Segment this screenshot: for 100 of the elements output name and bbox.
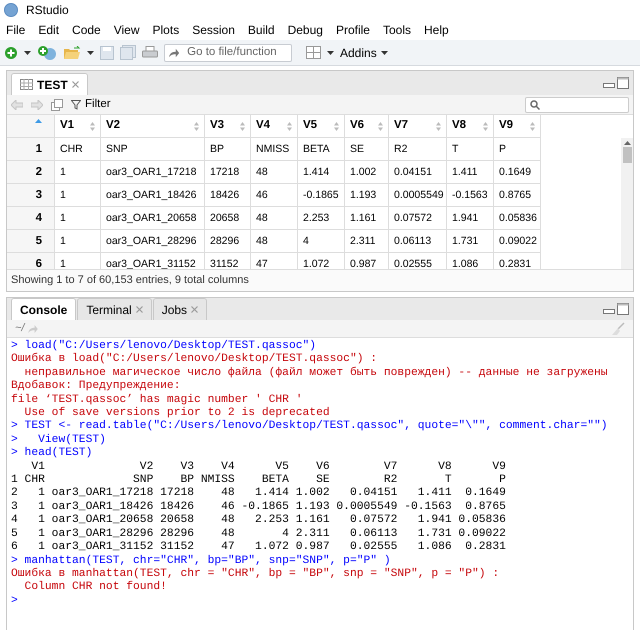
filter-icon (71, 100, 81, 110)
column-header[interactable]: V8 (447, 115, 494, 138)
menu-item[interactable]: Profile (336, 21, 370, 39)
column-header[interactable]: V9 (494, 115, 541, 138)
console-line: > load("C:/Users/lenovo/Desktop/TEST.qassoc") (11, 340, 316, 352)
table-cell: P (494, 138, 541, 161)
table-cell: 20658 (205, 207, 251, 230)
console-line: Column CHR not found! (24, 581, 167, 595)
table-cell: 1.731 (447, 230, 494, 253)
row-number: 2 (7, 161, 55, 184)
row-number: 5 (7, 230, 55, 253)
table-cell: oar3_OAR1_28296 (101, 230, 205, 253)
menu-item[interactable]: File (6, 21, 26, 39)
table-cell: 1.002 (345, 161, 389, 184)
table-cell: 1.414 (298, 161, 345, 184)
sort-icon (483, 122, 488, 130)
sort-icon (90, 122, 95, 130)
sort-icon (334, 122, 339, 130)
console-line: 5 1 oar3_OAR1_28296 28296 48 4 2.311 0.06113 1.731 0.09022 (11, 528, 506, 542)
tab[interactable]: Terminal (77, 298, 152, 320)
maximize-icon[interactable] (617, 303, 629, 315)
tab[interactable]: Console (11, 298, 76, 320)
table-cell: 17218 (205, 161, 251, 184)
menu-item[interactable]: View (114, 21, 140, 39)
table-cell: 1.161 (345, 207, 389, 230)
menu-item[interactable]: Session (192, 21, 235, 39)
grid-icon (20, 79, 33, 90)
menu-item[interactable]: Plots (152, 21, 180, 39)
broom-icon[interactable] (611, 322, 625, 336)
table-cell: BETA (298, 138, 345, 161)
column-header[interactable]: V4 (251, 115, 298, 138)
menu-item[interactable]: Debug (288, 21, 323, 39)
column-header[interactable]: V7 (389, 115, 447, 138)
sort-icon (287, 122, 292, 130)
column-header[interactable]: V6 (345, 115, 389, 138)
table-cell: 4 (298, 230, 345, 253)
table-cell: SNP (101, 138, 205, 161)
sort-icon (240, 122, 245, 130)
layout-icon[interactable] (306, 46, 321, 59)
console-line: неправильное магическое число файла (файл может быть поврежден) -- данные не загружены (24, 366, 608, 380)
table-cell: 1.193 (345, 184, 389, 207)
close-icon[interactable] (136, 306, 143, 313)
sort-up-icon (35, 119, 42, 123)
scroll-up-icon[interactable] (624, 141, 630, 145)
add-icon[interactable] (4, 46, 18, 60)
back-icon[interactable] (11, 100, 23, 110)
table-cell: 18426 (205, 184, 251, 207)
table-cell: 0.09022 (494, 230, 541, 253)
scroll-thumb[interactable] (622, 147, 632, 163)
table-cell: 2.311 (345, 230, 389, 253)
console-line: > head(TEST) (11, 447, 92, 461)
table-cell: oar3_OAR1_20658 (101, 207, 205, 230)
menu-item[interactable]: Help (424, 21, 449, 39)
forward-icon[interactable] (31, 100, 43, 110)
addins-button[interactable]: Addins (340, 44, 388, 62)
table-cell: 0.04151 (389, 161, 447, 184)
search-field[interactable] (525, 96, 629, 112)
table-cell: 1 (55, 207, 101, 230)
goto-field[interactable]: Go to file/function (164, 44, 292, 62)
tab[interactable]: TEST (11, 73, 88, 95)
caret-icon (24, 50, 31, 54)
console-line: 2 1 oar3_OAR1_17218 17218 48 1.414 1.002 0.04151 1.411 0.1649 (11, 487, 506, 501)
close-icon[interactable] (191, 306, 198, 313)
table-cell: 28296 (205, 230, 251, 253)
console-line: > View(TEST) (11, 434, 106, 446)
row-number: 3 (7, 184, 55, 207)
tab[interactable]: Jobs (152, 298, 208, 320)
table-cell: SE (345, 138, 389, 161)
maximize-icon[interactable] (617, 77, 629, 89)
new-project-icon[interactable] (37, 44, 57, 60)
table-cell: -0.1563 (447, 184, 494, 207)
row-number: 6 (7, 253, 55, 269)
folder-icon[interactable] (63, 46, 81, 60)
menu-item[interactable]: Code (72, 21, 101, 39)
menu-item[interactable]: Build (248, 21, 275, 39)
menu-item[interactable]: Edit (38, 21, 60, 39)
arrow-icon[interactable] (28, 324, 38, 332)
table-cell: 1.411 (447, 161, 494, 184)
filter-button[interactable]: Filter (71, 96, 111, 114)
save-all-icon[interactable] (120, 45, 136, 60)
console-line: 4 1 oar3_OAR1_20658 20658 48 2.253 1.161 0.07572 1.941 0.05836 (11, 514, 506, 528)
save-icon[interactable] (100, 46, 114, 60)
table-cell: 48 (251, 207, 298, 230)
column-header[interactable]: V2 (101, 115, 205, 138)
column-header[interactable]: V1 (55, 115, 101, 138)
column-header[interactable]: V5 (298, 115, 345, 138)
search-icon (530, 100, 540, 110)
print-icon[interactable] (142, 46, 158, 60)
table-cell: BP (205, 138, 251, 161)
table-cell: 1 (55, 230, 101, 253)
table-cell: oar3_OAR1_17218 (101, 161, 205, 184)
menu-item[interactable]: Tools (382, 21, 411, 39)
close-icon[interactable] (72, 81, 79, 88)
table-cell: 0.07572 (389, 207, 447, 230)
popout-icon[interactable] (51, 98, 63, 110)
header-cell[interactable] (7, 115, 55, 138)
column-header[interactable]: V3 (205, 115, 251, 138)
console-line: 1 CHR SNP BP NMISS BETA SE R2 T P (11, 474, 506, 488)
console-line: Use of save versions prior to 2 is deprecated (24, 407, 330, 420)
scrollbar[interactable] (621, 138, 633, 269)
